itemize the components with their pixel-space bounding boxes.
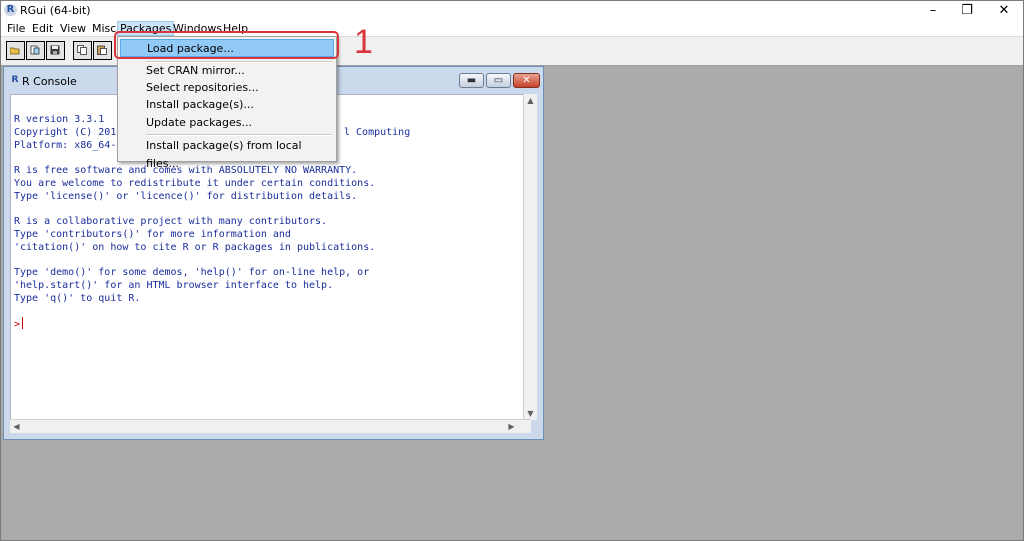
console-line: R is a collaborative project with many c… [14,216,328,227]
rgui-main-window: R RGui (64-bit) – ❐ ✕ File Edit View Mis… [0,0,1024,541]
menu-separator [146,134,332,136]
restore-button[interactable]: ❐ [949,1,985,21]
paste-button[interactable] [93,41,112,60]
console-prompt-line[interactable]: > [14,317,24,331]
annotation-highlight-box [114,31,339,59]
menu-item-set-cran-mirror[interactable]: Set CRAN mirror... [120,62,334,80]
console-line: R is free software and comes with ABSOLU… [14,165,358,176]
copy-icon [77,45,87,55]
menu-view[interactable]: View [58,22,88,35]
close-button[interactable]: ✕ [986,1,1022,21]
console-line: Type 'contributors()' for more informati… [14,229,291,240]
console-line: Type 'license()' or 'licence()' for dist… [14,191,358,202]
console-line: Copyright (C) 201 [14,127,117,138]
copy-button[interactable] [73,41,92,60]
console-line: 'citation()' on how to cite R or R packa… [14,242,376,253]
window-title: RGui (64-bit) [20,4,91,17]
menu-item-install-packages[interactable]: Install package(s)... [120,96,334,114]
console-line: Type 'q()' to quit R. [14,293,141,304]
menu-file[interactable]: File [5,22,27,35]
console-line: Type 'demo()' for some demos, 'help()' f… [14,267,370,278]
r-console-icon: R [10,75,20,85]
console-line: R version 3.3.1 [14,114,105,125]
document-icon [30,45,40,55]
scroll-right-arrow-icon[interactable]: ▶ [505,420,518,433]
console-vertical-scrollbar[interactable]: ▲ ▼ [523,94,537,420]
console-close-button[interactable]: ✕ [513,73,540,88]
menu-item-update-packages[interactable]: Update packages... [120,114,334,132]
load-workspace-button[interactable] [26,41,45,60]
console-maximize-button[interactable]: ▭ [486,73,511,88]
paste-icon [97,45,107,55]
close-icon: ✕ [522,75,531,86]
scroll-left-arrow-icon[interactable]: ◀ [10,420,23,433]
title-bar: R RGui (64-bit) – ❐ ✕ [1,1,1023,21]
menu-edit[interactable]: Edit [30,22,55,35]
r-app-icon: R [4,4,17,16]
console-line: You are welcome to redistribute it under… [14,178,376,189]
floppy-disk-icon [50,45,60,55]
menu-item-select-repositories[interactable]: Select repositories... [120,79,334,97]
console-minimize-button[interactable]: ▬ [459,73,484,88]
annotation-step-number: 1 [354,23,373,61]
scroll-up-arrow-icon[interactable]: ▲ [524,94,537,107]
console-line: Platform: x86_64- [14,140,117,151]
console-horizontal-scrollbar[interactable]: ◀ ▶ [10,419,531,433]
text-cursor [22,317,24,329]
minimize-icon: ▬ [466,75,477,86]
console-line: 'help.start()' for an HTML browser inter… [14,280,334,291]
console-line-tail: l Computing [344,127,411,138]
minimize-button[interactable]: – [915,1,951,21]
maximize-icon: ▭ [493,75,504,86]
save-workspace-button[interactable] [46,41,65,60]
folder-open-icon [10,47,20,55]
console-prompt: > [14,319,21,330]
menu-item-install-from-local[interactable]: Install package(s) from local files... [120,137,334,170]
open-script-button[interactable] [6,41,25,60]
console-title: R Console [22,75,77,88]
